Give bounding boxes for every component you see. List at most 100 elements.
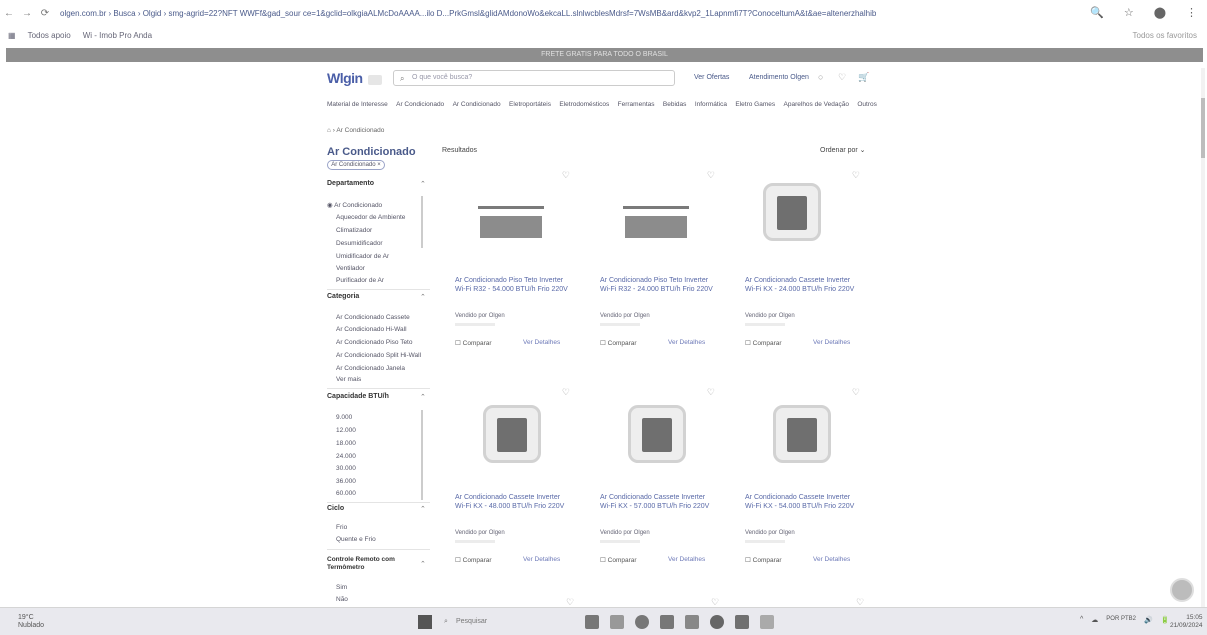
all-bookmarks[interactable]: Todos os favoritos [1133, 31, 1197, 40]
product-title[interactable]: Ar Condicionado Cassete Inverter Wi-Fi K… [455, 493, 570, 511]
chevron-up-icon[interactable]: ⌃ [420, 560, 426, 568]
filter-option[interactable]: 9.000 [336, 414, 352, 421]
compare-checkbox[interactable]: ☐ Comparar [600, 339, 637, 347]
product-card[interactable]: ♡ Ar Condicionado Cassete Inverter Wi-Fi… [730, 170, 870, 380]
app-icon[interactable] [660, 615, 674, 629]
filter-option[interactable]: Frio [336, 524, 347, 531]
app-icon[interactable] [710, 615, 724, 629]
compare-checkbox[interactable]: ☐ Comparar [455, 556, 492, 564]
product-image[interactable] [483, 405, 541, 463]
zoom-icon[interactable]: 🔍 [1090, 6, 1104, 19]
compare-checkbox[interactable]: ☐ Comparar [745, 556, 782, 564]
favorite-icon[interactable]: ♡ [852, 387, 860, 398]
star-icon[interactable]: ☆ [1124, 6, 1134, 19]
filter-option[interactable]: Aquecedor de Ambiente [336, 214, 405, 221]
wishlist-icon[interactable]: ♡ [838, 72, 846, 83]
start-icon[interactable] [418, 615, 432, 629]
filter-option[interactable]: Ar Condicionado Hi-Wall [336, 326, 407, 333]
product-title[interactable]: Ar Condicionado Piso Teto Inverter Wi-Fi… [600, 276, 715, 294]
app-icon[interactable] [685, 615, 699, 629]
battery-icon[interactable]: 🔋 [1161, 616, 1170, 624]
url-field[interactable]: olgen.com.br › Busca › Olgid › smg-agrid… [60, 9, 1070, 18]
filter-option[interactable]: Ar Condicionado Cassete [336, 314, 410, 321]
product-image[interactable] [763, 183, 821, 241]
product-image[interactable] [773, 405, 831, 463]
app-icon[interactable] [760, 615, 774, 629]
compare-checkbox[interactable]: ☐ Comparar [745, 339, 782, 347]
active-filter-chip[interactable]: Ar Condicionado × [327, 160, 385, 170]
category-item[interactable]: Aparelhos de Vedação [784, 101, 849, 108]
favorite-icon[interactable]: ♡ [562, 387, 570, 398]
category-item[interactable]: Outros [857, 101, 877, 108]
language-indicator[interactable]: POR PTB2 [1106, 616, 1136, 624]
compare-checkbox[interactable]: ☐ Comparar [600, 556, 637, 564]
favorite-icon[interactable]: ♡ [707, 387, 715, 398]
page-scrollbar[interactable] [1201, 68, 1205, 608]
chevron-up-icon[interactable]: ⌃ [420, 180, 426, 188]
filter-option[interactable]: Ventilador [336, 265, 365, 272]
filter-option[interactable]: 24.000 [336, 453, 356, 460]
site-logo[interactable]: Wlgin [327, 70, 363, 86]
product-title[interactable]: Ar Condicionado Cassete Inverter Wi-Fi K… [745, 493, 860, 511]
filter-capacity-title[interactable]: Capacidade BTU/h [327, 393, 389, 400]
breadcrumb[interactable]: ⌂ › Ar Condicionado [327, 127, 384, 134]
product-card[interactable]: ♡ Ar Condicionado Piso Teto Inverter Wi-… [585, 170, 725, 380]
details-link[interactable]: Ver Detalhes [523, 556, 560, 563]
app-icon[interactable] [735, 615, 749, 629]
category-item[interactable]: Ferramentas [618, 101, 655, 108]
details-link[interactable]: Ver Detalhes [523, 339, 560, 346]
cart-icon[interactable]: 🛒 [858, 72, 869, 83]
scrollbar-thumb[interactable] [1201, 98, 1205, 158]
filter-remote-title[interactable]: Controle Remoto com Termômetro [327, 556, 417, 572]
filter-option[interactable]: Climatizador [336, 227, 372, 234]
filter-department-title[interactable]: Departamento [327, 180, 374, 187]
filter-option[interactable]: Purificador de Ar [336, 277, 384, 284]
filter-option[interactable]: 18.000 [336, 440, 356, 447]
forward-icon[interactable]: → [18, 8, 36, 19]
filter-option[interactable]: Sim [336, 584, 347, 591]
filter-option[interactable]: Ar Condicionado Split Hi-Wall [336, 352, 421, 359]
filter-option[interactable]: Umidificador de Ar [336, 253, 389, 260]
user-icon[interactable]: ○ [818, 72, 823, 82]
cloud-icon[interactable]: ☁ [1091, 616, 1098, 624]
bookmark-item[interactable]: Wi - Imob Pro Anda [83, 31, 152, 40]
category-item[interactable]: Eletro Games [735, 101, 775, 108]
see-more-link[interactable]: Ver mais [336, 376, 361, 383]
category-item[interactable]: Eletroportáteis [509, 101, 551, 108]
details-link[interactable]: Ver Detalhes [813, 556, 850, 563]
filter-option[interactable]: ◉ Ar Condicionado [327, 201, 382, 209]
product-title[interactable]: Ar Condicionado Cassete Inverter Wi-Fi K… [600, 493, 715, 511]
details-link[interactable]: Ver Detalhes [668, 556, 705, 563]
chevron-up-icon[interactable]: ⌃ [420, 293, 426, 301]
chevron-up-icon[interactable]: ^ [1080, 616, 1083, 624]
details-link[interactable]: Ver Detalhes [813, 339, 850, 346]
category-item[interactable]: Informática [695, 101, 727, 108]
filter-category-title[interactable]: Categoria [327, 293, 359, 300]
apps-icon[interactable]: ▦ [8, 31, 16, 40]
clock[interactable]: 15:05 21/09/2024 [1170, 614, 1203, 630]
filter-option[interactable]: 36.000 [336, 478, 356, 485]
filter-option[interactable]: 12.000 [336, 427, 356, 434]
app-icon[interactable] [610, 615, 624, 629]
favorite-icon[interactable]: ♡ [562, 170, 570, 181]
filter-option[interactable]: 30.000 [336, 465, 356, 472]
product-card[interactable]: ♡ Ar Condicionado Cassete Inverter Wi-Fi… [440, 387, 580, 597]
chat-button[interactable] [1170, 578, 1194, 602]
filter-option[interactable]: Não [336, 596, 348, 603]
promo-banner[interactable]: FRETE GRATIS PARA TODO O BRASIL [6, 48, 1203, 62]
weather-widget[interactable]: 19°C Nublado [18, 614, 44, 630]
filter-option[interactable]: Ar Condicionado Piso Teto [336, 339, 412, 346]
chrome-icon[interactable] [635, 615, 649, 629]
product-image[interactable] [628, 405, 686, 463]
menu-icon[interactable]: ⋮ [1186, 6, 1197, 19]
support-link[interactable]: Atendimento Olgen [749, 74, 809, 81]
product-card[interactable]: ♡ Ar Condicionado Cassete Inverter Wi-Fi… [730, 387, 870, 597]
product-title[interactable]: Ar Condicionado Cassete Inverter Wi-Fi K… [745, 276, 860, 294]
category-item[interactable]: Eletrodomésticos [559, 101, 609, 108]
product-card[interactable]: ♡ Ar Condicionado Piso Teto Inverter Wi-… [440, 170, 580, 380]
filter-cycle-title[interactable]: Ciclo [327, 505, 344, 512]
product-image[interactable] [478, 206, 544, 238]
product-image[interactable] [623, 206, 689, 238]
category-item[interactable]: Bebidas [663, 101, 687, 108]
reload-icon[interactable]: ⟳ [36, 8, 54, 19]
